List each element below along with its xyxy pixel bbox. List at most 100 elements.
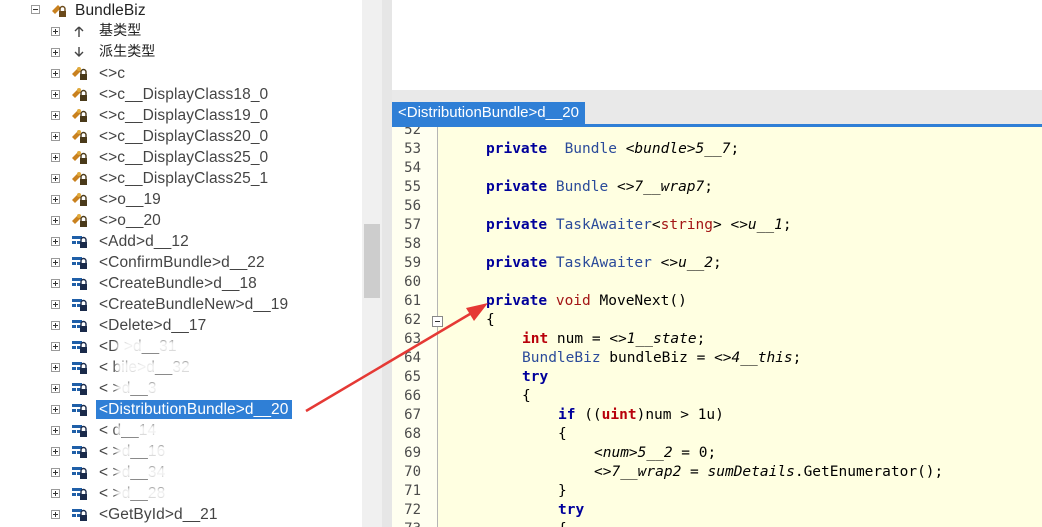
code-line: 62 { — [392, 311, 1042, 330]
struct-icon — [71, 380, 89, 397]
expand-toggle[interactable] — [51, 426, 60, 435]
tree-row[interactable]: <ConfirmBundle>d__22 — [0, 252, 362, 273]
tree-row[interactable]: 基类型 — [0, 21, 362, 42]
tree-item-label: <>o__20 — [99, 212, 161, 229]
line-number: 55 — [404, 179, 421, 195]
expand-toggle[interactable] — [51, 48, 60, 57]
tree-item-label: <>c__DisplayClass25_1 — [99, 170, 269, 187]
tree-row[interactable]: 派生类型 — [0, 42, 362, 63]
expand-toggle[interactable] — [51, 447, 60, 456]
code-line: 61 private void MoveNext() — [392, 292, 1042, 311]
tree-root-label: BundleBiz — [75, 2, 146, 19]
expand-toggle[interactable] — [51, 342, 60, 351]
tree-row[interactable]: <Add>d__12 — [0, 231, 362, 252]
struct-icon — [71, 233, 89, 250]
expand-toggle[interactable] — [51, 174, 60, 183]
code-text: BundleBiz bundleBiz = <>4__this; — [522, 350, 802, 366]
line-number: 66 — [404, 388, 421, 404]
tree-item-label: <>c__DisplayClass25_0 — [99, 149, 269, 166]
struct-icon — [71, 296, 89, 313]
expand-toggle[interactable] — [51, 489, 60, 498]
struct-icon — [71, 275, 89, 292]
struct-icon — [71, 338, 89, 355]
expand-toggle[interactable] — [51, 153, 60, 162]
line-number: 69 — [404, 445, 421, 461]
expand-toggle[interactable] — [51, 216, 60, 225]
expand-toggle[interactable] — [51, 384, 60, 393]
code-text: try — [522, 369, 549, 385]
code-line: 63 int num = <>1__state; — [392, 330, 1042, 349]
expand-toggle[interactable] — [51, 258, 60, 267]
expand-toggle[interactable] — [51, 300, 60, 309]
document-tabstrip: <DistributionBundle>d__20 — [392, 102, 1042, 127]
expand-toggle[interactable] — [51, 27, 60, 36]
code-text: private TaskAwaiter <>u__2; — [486, 255, 722, 271]
code-text: { — [522, 388, 531, 404]
code-line: 53 private Bundle <bundle>5__7; — [392, 140, 1042, 159]
tree-item-label: <Delete>d__17 — [99, 317, 207, 334]
document-tab-distribution-bundle[interactable]: <DistributionBundle>d__20 — [392, 102, 585, 124]
code-editor[interactable]: 52 53 private Bundle <bundle>5__7; 54 55 priv… — [392, 127, 1042, 527]
code-line: 70 <>7__wrap2 = sumDetails.GetEnumerator(… — [392, 463, 1042, 482]
code-text: { — [558, 520, 567, 527]
code-line: 54 — [392, 159, 1042, 178]
expand-toggle[interactable] — [51, 321, 60, 330]
code-line: 68 { — [392, 425, 1042, 444]
code-line: 69 <num>5__2 = 0; — [392, 444, 1042, 463]
code-line: 58 — [392, 235, 1042, 254]
collapse-toggle[interactable] — [31, 5, 40, 14]
code-line: 65 try — [392, 368, 1042, 387]
expand-toggle[interactable] — [51, 111, 60, 120]
panel-splitter[interactable] — [382, 0, 392, 527]
expand-toggle[interactable] — [51, 195, 60, 204]
tree-item-label: <CreateBundle>d__18 — [99, 275, 257, 292]
struct-icon — [71, 254, 89, 271]
struct-icon — [71, 443, 89, 460]
expand-toggle[interactable] — [51, 237, 60, 246]
expand-toggle[interactable] — [51, 132, 60, 141]
class-icon — [71, 128, 89, 145]
expand-toggle[interactable] — [51, 510, 60, 519]
line-number: 60 — [404, 274, 421, 290]
line-number: 72 — [404, 502, 421, 518]
tree-vertical-scrollbar[interactable] — [362, 0, 382, 527]
tree-row[interactable]: <CreateBundle>d__18 — [0, 273, 362, 294]
expand-toggle[interactable] — [51, 279, 60, 288]
tree-root-row[interactable]: BundleBiz — [0, 0, 362, 21]
class-icon — [71, 107, 89, 124]
expand-toggle[interactable] — [51, 69, 60, 78]
tree-item-label: <>c__DisplayClass19_0 — [99, 107, 269, 124]
redaction-smudge — [116, 445, 316, 458]
expand-toggle[interactable] — [51, 468, 60, 477]
tree-row[interactable]: <>c__DisplayClass25_1 — [0, 168, 362, 189]
tree-row[interactable]: <>c__DisplayClass18_0 — [0, 84, 362, 105]
class-icon — [71, 86, 89, 103]
redaction-smudge — [116, 340, 286, 353]
tree-row[interactable]: <>c — [0, 63, 362, 84]
tree-row[interactable]: <>c__DisplayClass19_0 — [0, 105, 362, 126]
tree-item-label: <>c__DisplayClass20_0 — [99, 128, 269, 145]
expand-toggle[interactable] — [51, 405, 60, 414]
tree-item-label: <GetById>d__21 — [99, 506, 218, 523]
expand-toggle[interactable] — [51, 90, 60, 99]
struct-icon — [71, 422, 89, 439]
scrollbar-thumb[interactable] — [364, 224, 380, 298]
redaction-smudge — [116, 487, 276, 500]
code-text: } — [558, 483, 567, 499]
tree-row[interactable]: <>c__DisplayClass25_0 — [0, 147, 362, 168]
class-icon — [71, 65, 89, 82]
tree-row[interactable]: <Delete>d__17 — [0, 315, 362, 336]
tree-row[interactable]: <CreateBundleNew>d__19 — [0, 294, 362, 315]
assembly-tree[interactable]: BundleBiz 基类型 派生类型 <>c <>c__DisplayClass18_… — [0, 0, 362, 527]
expand-toggle[interactable] — [51, 363, 60, 372]
tree-row[interactable]: <>o__19 — [0, 189, 362, 210]
analyzer-pane — [392, 0, 1042, 91]
tree-row[interactable]: <>c__DisplayClass20_0 — [0, 126, 362, 147]
pane-splitter[interactable] — [392, 90, 1042, 102]
tree-row[interactable]: <DistributionBundle>d__20 — [0, 399, 362, 420]
tree-row[interactable]: <GetById>d__21 — [0, 504, 362, 525]
tree-item-label: <>c — [99, 65, 126, 82]
code-text: { — [558, 426, 567, 442]
line-number: 70 — [404, 464, 421, 480]
tree-row[interactable]: <>o__20 — [0, 210, 362, 231]
